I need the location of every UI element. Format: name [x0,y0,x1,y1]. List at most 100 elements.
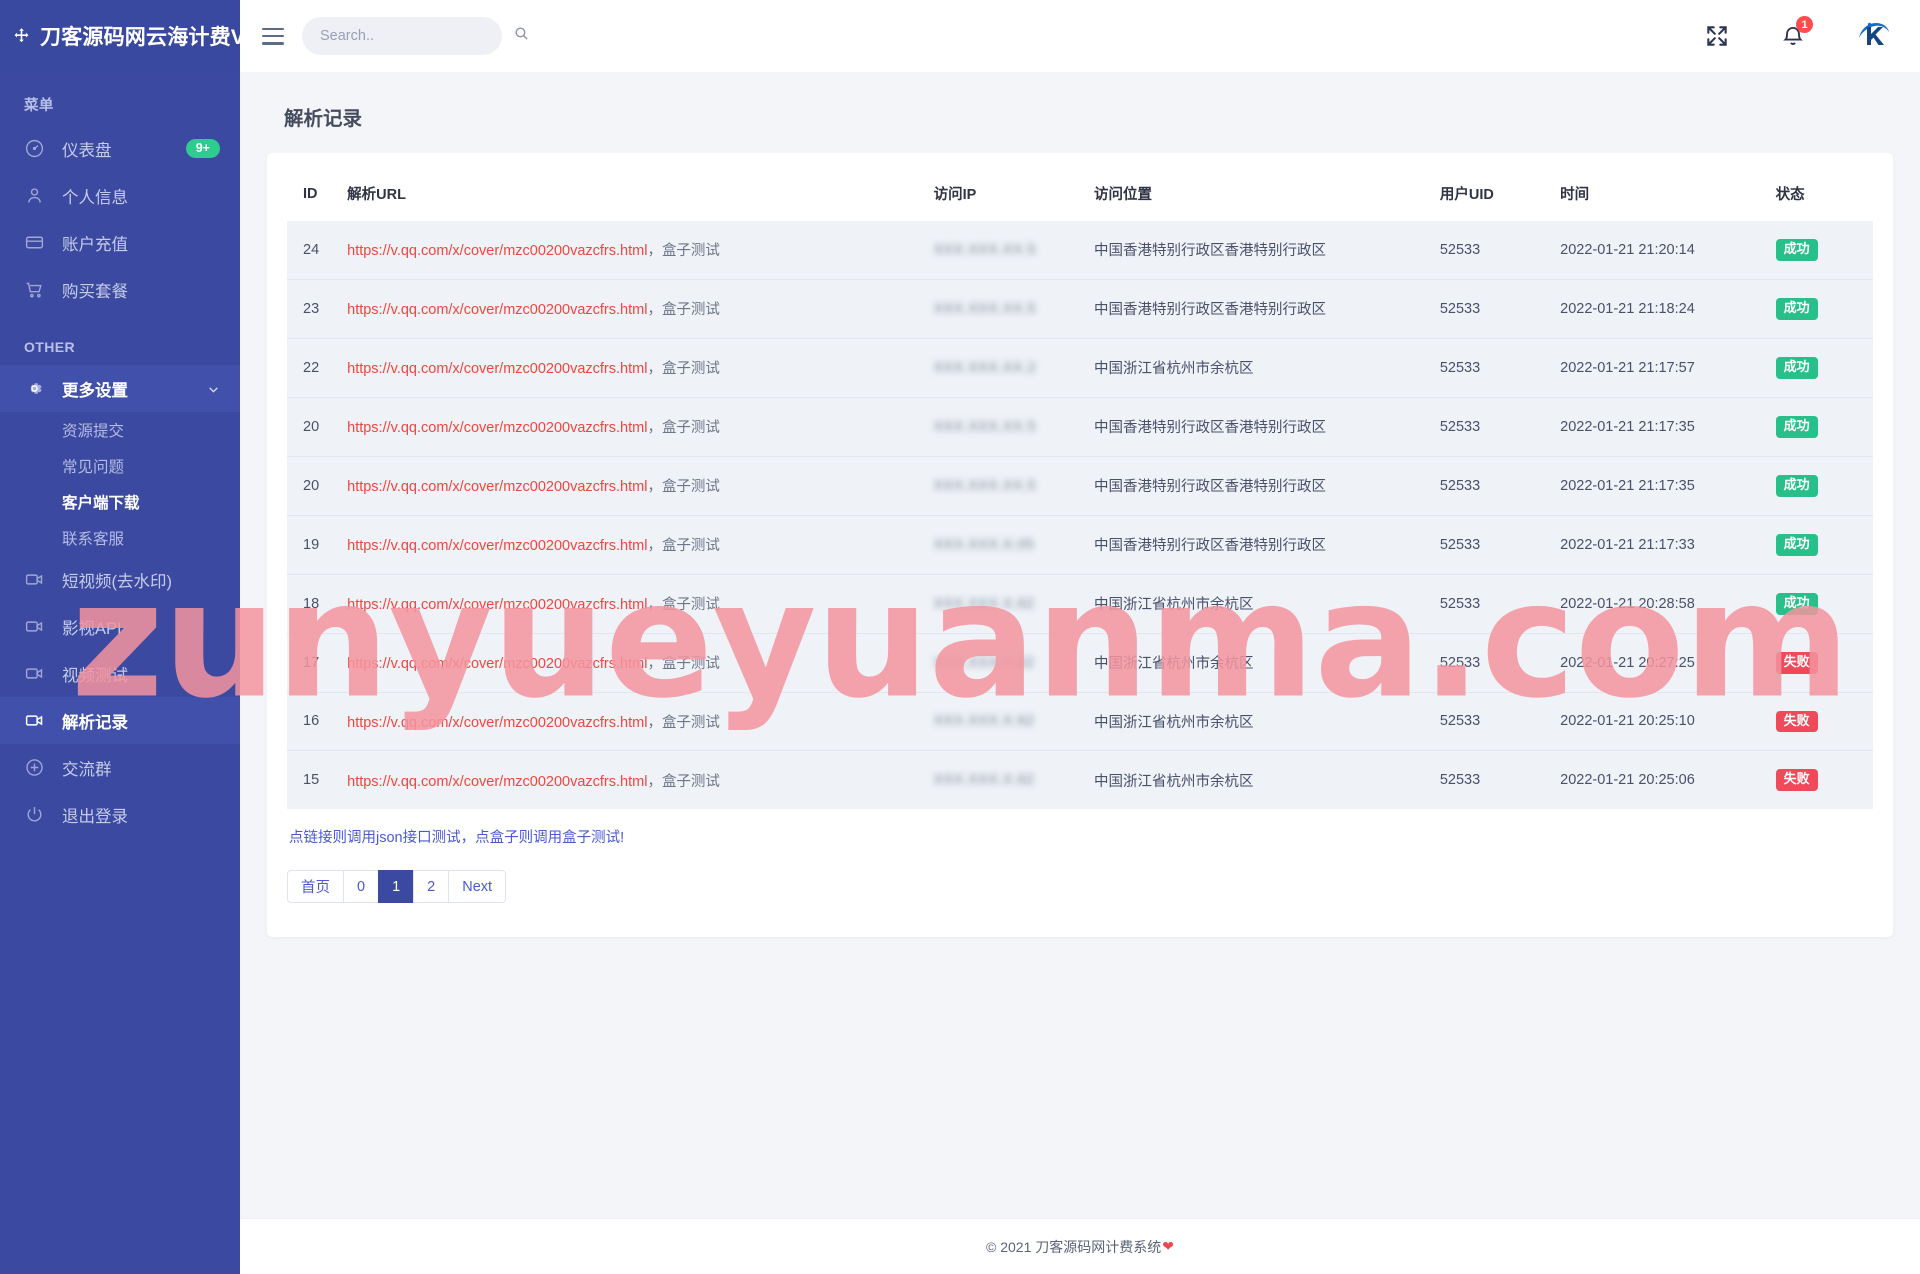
fullscreen-icon[interactable] [1704,23,1730,49]
pagination-link[interactable]: 首页 [287,870,343,904]
box-test-link[interactable]: 盒子测试 [662,597,720,613]
cell-status: 失败 [1768,751,1873,809]
app-root: 刀客源码网云海计费V4.3 菜单 仪表盘 9+ 个人信息 [0,0,1920,1274]
cell-uid: 52533 [1439,418,1481,435]
dashboard-icon [24,138,45,159]
brand-title: 刀客源码网云海计费V4.3 [40,26,240,49]
bell-icon[interactable]: 1 [1780,16,1813,49]
video-icon [24,616,45,637]
avatar[interactable] [1856,18,1892,54]
cell-ip: XXX.XXX.XX.5 [926,397,1086,456]
table-row: 20 https://v.qq.com/x/cover/mzc00200vazcf… [287,456,1873,516]
parse-url-link[interactable]: https://v.qq.com/x/cover/mzc00200vazcfrs… [347,302,647,318]
box-test-link[interactable]: 盒子测试 [662,715,720,731]
main-area: 1 解析记录 [240,0,1920,1274]
box-test-link[interactable]: 盒子测试 [662,302,720,318]
search-box[interactable] [302,17,528,55]
cell-location: 中国浙江省杭州市余杭区 [1093,597,1254,614]
search-icon[interactable] [513,25,530,47]
sidebar-subitem-resource-submit[interactable]: 资源提交 [0,412,240,448]
ip-masked: XXX.XXX.XX.5 [933,300,1036,317]
cell-uid: 52533 [1439,359,1481,376]
cell-time: 2022-01-21 21:20:14 [1560,241,1695,258]
sidebar-subitem-contact-support[interactable]: 联系客服 [0,520,240,556]
sidebar-item-profile[interactable]: 个人信息 [0,172,240,219]
status-badge: 成功 [1775,239,1818,261]
cell-ip: XXX.XXX.X.62 [926,692,1086,751]
sidebar-item-more-settings[interactable]: 更多设置 [0,365,240,412]
cell-uid: 52533 [1439,300,1481,317]
content-area: 解析记录 ID 解析URL 访问IP 访问位置 用户UID 时间 状态 24 h… [240,72,1920,1218]
ip-masked: XXX.XXX.XX.2 [933,359,1036,376]
cell-ip: XXX.XXX.X.05 [926,515,1086,574]
parse-url-link[interactable]: https://v.qq.com/x/cover/mzc00200vazcfrs… [347,361,647,377]
parse-url-link[interactable]: https://v.qq.com/x/cover/mzc00200vazcfrs… [347,420,647,436]
sidebar-item-buy-package[interactable]: 购买套餐 [0,266,240,313]
url-separator: ， [647,420,662,437]
url-separator: ， [647,714,662,731]
status-badge: 成功 [1775,356,1818,379]
parse-url-link[interactable]: https://v.qq.com/x/cover/mzc00200vazcfrs… [347,656,647,672]
box-test-link[interactable]: 盒子测试 [662,774,720,790]
box-test-link[interactable]: 盒子测试 [662,538,720,554]
pagination-link[interactable]: Next [448,870,507,904]
move-arrows-icon [12,27,31,46]
sidebar-item-label: 交流群 [62,760,112,779]
sidebar-subitem-client-download[interactable]: 客户端下载 [0,484,240,520]
box-test-link[interactable]: 盒子测试 [662,361,720,377]
cell-location: 中国香港特别行政区香港特别行政区 [1093,243,1326,260]
cell-ip: XXX.XXX.XX.5 [926,221,1086,279]
parse-url-link[interactable]: https://v.qq.com/x/cover/mzc00200vazcfrs… [347,715,647,731]
sidebar-item-movie-api[interactable]: 影视API [0,603,240,650]
box-test-link[interactable]: 盒子测试 [662,479,720,495]
status-badge: 失败 [1775,769,1818,792]
table-row: 15 https://v.qq.com/x/cover/mzc00200vazcf… [287,750,1873,810]
sidebar-subitem-label: 客户端下载 [62,495,140,512]
cell-url: https://v.qq.com/x/cover/mzc00200vazcfrs… [339,692,925,751]
search-input[interactable] [320,28,507,44]
table-row: 18 https://v.qq.com/x/cover/mzc00200vazcf… [287,574,1873,634]
parse-url-link[interactable]: https://v.qq.com/x/cover/mzc00200vazcfrs… [347,538,647,554]
cell-status: 失败 [1768,633,1873,692]
hamburger-icon[interactable] [262,27,284,45]
sidebar-item-community-group[interactable]: 交流群 [0,744,240,791]
ip-masked: XXX.XXX.X.62 [933,713,1035,730]
box-test-link[interactable]: 盒子测试 [662,420,720,436]
box-test-link[interactable]: 盒子测试 [662,656,720,672]
sidebar-item-label: 短视频(去水印) [62,572,172,591]
parse-records-card: ID 解析URL 访问IP 访问位置 用户UID 时间 状态 24 https:/… [267,153,1893,938]
sidebar-item-short-video[interactable]: 短视频(去水印) [0,556,240,603]
table-row: 24 https://v.qq.com/x/cover/mzc00200vazcf… [287,221,1873,280]
sidebar-item-dashboard[interactable]: 仪表盘 9+ [0,125,240,172]
sidebar-item-parse-records[interactable]: 解析记录 [0,697,240,744]
sidebar-item-recharge[interactable]: 账户充值 [0,219,240,266]
pagination-link[interactable]: 0 [343,870,379,904]
cell-id: 20 [303,477,320,494]
table-row: 17 https://v.qq.com/x/cover/mzc00200vazcf… [287,633,1873,692]
user-icon [24,185,45,206]
box-test-link[interactable]: 盒子测试 [662,243,720,259]
pagination-link[interactable]: 1 [378,870,414,904]
parse-url-link[interactable]: https://v.qq.com/x/cover/mzc00200vazcfrs… [347,479,647,495]
status-badge: 成功 [1775,297,1818,320]
pagination-link[interactable]: 2 [413,870,449,904]
status-badge: 成功 [1775,474,1818,497]
cell-uid: 52533 [1439,536,1481,553]
parse-url-link[interactable]: https://v.qq.com/x/cover/mzc00200vazcfrs… [347,243,647,259]
cell-location: 中国浙江省杭州市余杭区 [1093,656,1254,673]
ip-masked: XXX.XXX.X.62 [933,772,1035,789]
url-separator: ， [647,656,662,673]
sidebar-subitem-faq[interactable]: 常见问题 [0,448,240,484]
cell-url: https://v.qq.com/x/cover/mzc00200vazcfrs… [339,456,925,515]
cell-uid: 52533 [1439,241,1481,258]
brand-logo[interactable]: 刀客源码网云海计费V4.3 [0,0,240,72]
pagination[interactable]: 首页 0 1 2 Next [287,870,1873,904]
parse-url-link[interactable]: https://v.qq.com/x/cover/mzc00200vazcfrs… [347,597,647,613]
sidebar-subitem-label: 常见问题 [62,459,125,476]
parse-url-link[interactable]: https://v.qq.com/x/cover/mzc00200vazcfrs… [347,774,647,790]
topbar: 1 [240,0,1920,72]
sidebar-section-other: OTHER [24,339,75,355]
sidebar-item-video-test[interactable]: 视频测试 [0,650,240,697]
th-status: 状态 [1775,187,1805,203]
sidebar-item-logout[interactable]: 退出登录 [0,791,240,838]
